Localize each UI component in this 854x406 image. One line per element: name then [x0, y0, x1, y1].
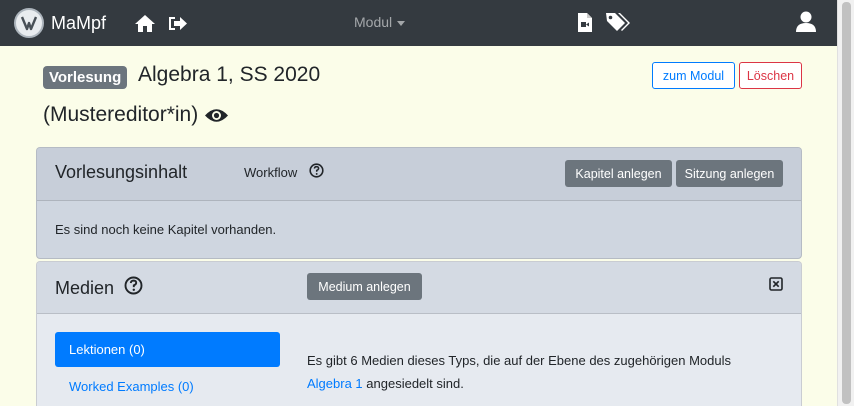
vertical-scrollbar[interactable]	[837, 0, 854, 406]
question-circle-icon[interactable]	[124, 276, 143, 300]
add-session-button[interactable]: Sitzung anlegen	[676, 160, 783, 187]
tab-worked-examples[interactable]: Worked Examples (0)	[69, 379, 194, 394]
modul-dropdown-label: Modul	[354, 14, 393, 30]
media-header: Medien Medium anlegen	[37, 262, 801, 314]
scrollbar-thumb[interactable]	[842, 2, 851, 404]
brand-name: MaMpf	[51, 12, 107, 33]
file-video-icon[interactable]	[577, 12, 593, 33]
user-icon[interactable]	[796, 11, 816, 33]
media-info-prefix: Es gibt 6 Medien dieses Typs, die auf de…	[307, 353, 731, 368]
mampf-logo-icon	[14, 8, 44, 38]
navbar: MaMpf Modul	[0, 0, 837, 46]
close-square-icon[interactable]	[769, 277, 783, 296]
editor-role: (Mustereditor*in)	[43, 103, 199, 126]
lecture-content-card: Vorlesungsinhalt Workflow Kapitel anlege…	[36, 147, 802, 259]
no-chapters-text: Es sind noch keine Kapitel vorhanden.	[55, 222, 277, 237]
workflow-help[interactable]: Workflow	[244, 163, 324, 181]
page-subtitle: (Mustereditor*in)	[43, 103, 229, 127]
caret-down-icon	[397, 20, 406, 26]
media-title-group: Medien	[55, 276, 143, 300]
media-info-text: Es gibt 6 Medien dieses Typs, die auf de…	[307, 349, 777, 395]
eye-icon[interactable]	[204, 107, 229, 124]
tab-lectures[interactable]: Lektionen (0)	[55, 332, 280, 367]
modul-dropdown[interactable]: Modul	[354, 14, 406, 30]
question-circle-icon[interactable]	[309, 163, 324, 181]
page-title: Algebra 1, SS 2020	[138, 63, 321, 86]
home-icon[interactable]	[134, 14, 156, 33]
tags-icon[interactable]	[605, 11, 632, 33]
lecture-content-title: Vorlesungsinhalt	[55, 162, 188, 182]
module-link[interactable]: Algebra 1	[307, 376, 363, 391]
add-medium-button[interactable]: Medium anlegen	[307, 273, 422, 300]
lecture-badge: Vorlesung	[43, 66, 128, 89]
workflow-label: Workflow	[244, 164, 298, 180]
brand-link[interactable]: MaMpf	[14, 8, 106, 38]
media-title: Medien	[55, 277, 115, 298]
add-chapter-button[interactable]: Kapitel anlegen	[565, 160, 672, 187]
media-info-suffix: angesiedelt sind.	[366, 376, 464, 391]
media-card: Medien Medium anlegen Lektionen (0) Work…	[36, 261, 802, 406]
lecture-content-header: Vorlesungsinhalt Workflow Kapitel anlege…	[37, 148, 801, 201]
to-module-button[interactable]: zum Modul	[652, 62, 735, 89]
delete-button[interactable]: Löschen	[739, 62, 802, 89]
sign-out-icon[interactable]	[168, 15, 188, 32]
